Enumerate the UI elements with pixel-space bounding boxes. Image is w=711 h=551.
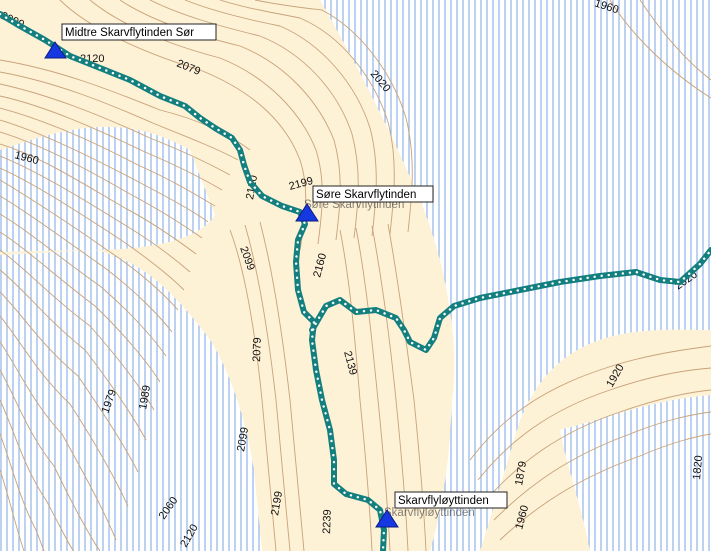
contour-label: 2079	[251, 337, 264, 362]
peak-label: Søre Skarvflytinden	[316, 189, 416, 201]
contour-label: 1820	[691, 455, 705, 480]
peak-label: Midtre Skarvflytinden Sør	[65, 27, 194, 39]
peak-label: Skarvflyløyttinden	[398, 495, 489, 507]
contour-label: 2239	[321, 509, 334, 534]
topographic-map[interactable]: 2099 2120 2079 2020 1960 1960 2199 2120 …	[0, 0, 711, 551]
peak-label-shadow: Skarvflyløyttinden	[384, 507, 475, 519]
